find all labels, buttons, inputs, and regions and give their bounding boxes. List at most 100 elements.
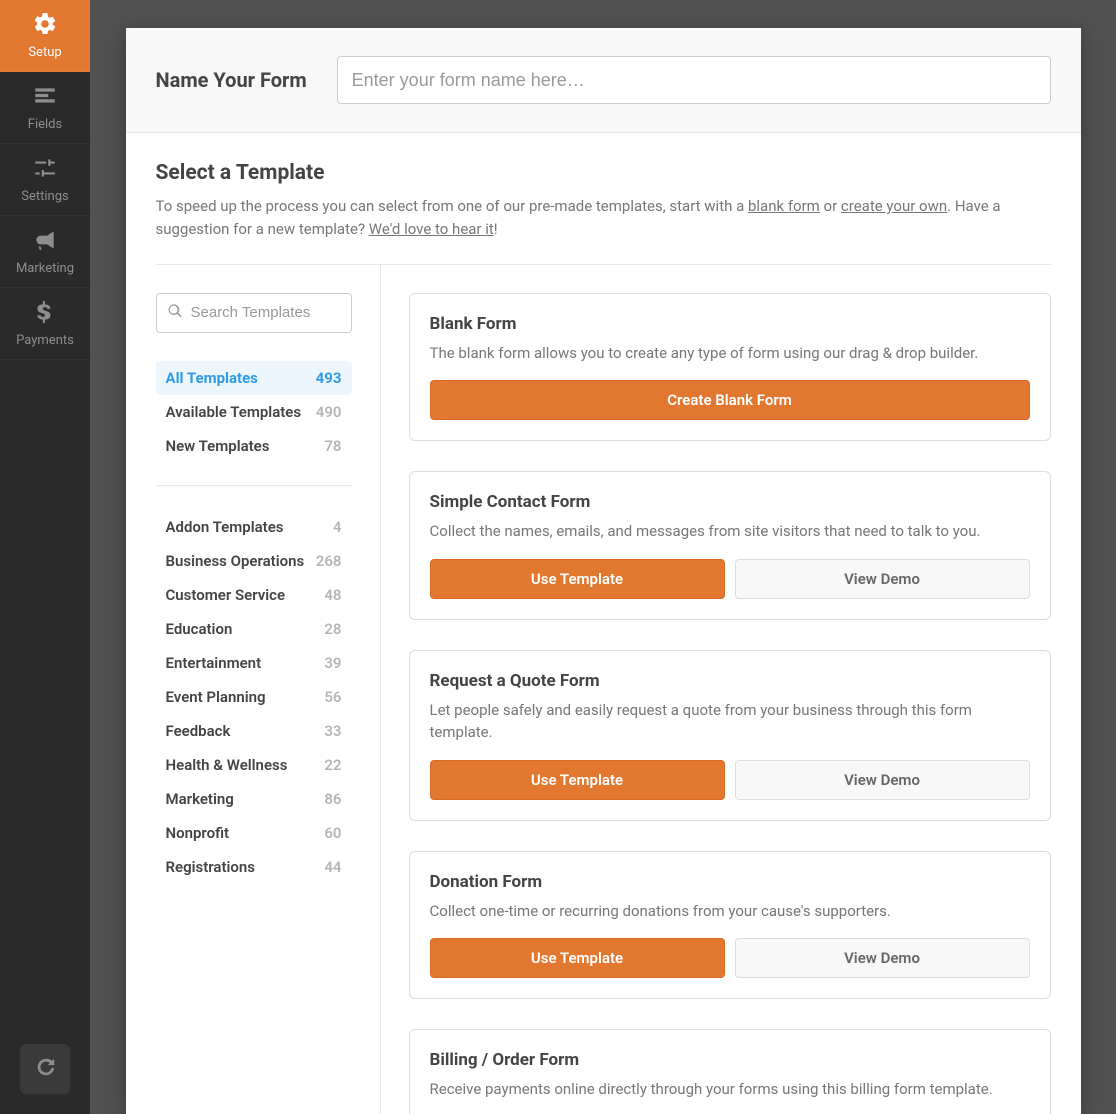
- sidebar-item-label: Fields: [28, 117, 62, 132]
- template-title: Blank Form: [430, 314, 1030, 334]
- filter-label: Available Templates: [166, 403, 302, 421]
- template-desc: Collect the names, emails, and messages …: [430, 520, 1030, 543]
- filter-row[interactable]: Addon Templates 4: [156, 510, 352, 544]
- template-card: Billing / Order Form Receive payments onl…: [409, 1029, 1051, 1114]
- template-actions: Use TemplateView Demo: [430, 938, 1030, 978]
- dollar-icon: [32, 299, 58, 329]
- sidebar-item-setup[interactable]: Setup: [0, 0, 90, 72]
- filter-label: All Templates: [166, 369, 258, 387]
- filter-row[interactable]: Nonprofit60: [156, 816, 352, 850]
- template-actions: Use TemplateView Demo: [430, 760, 1030, 800]
- panel-header: Name Your Form: [126, 28, 1081, 133]
- template-layout: All Templates 493 Available Templates 490 Ne…: [156, 265, 1051, 1114]
- filter-label: Health & Wellness: [166, 756, 288, 774]
- feedback-link[interactable]: We'd love to hear it: [369, 220, 494, 238]
- filter-row[interactable]: Entertainment 39: [156, 646, 352, 680]
- sliders-icon: [32, 155, 58, 185]
- filter-count: 39: [324, 654, 341, 672]
- gear-icon: [32, 11, 58, 41]
- filter-row[interactable]: Registrations44: [156, 850, 352, 884]
- filter-row[interactable]: Education28: [156, 612, 352, 646]
- form-name-input[interactable]: [337, 56, 1051, 104]
- filter-count: 56: [324, 688, 341, 706]
- desc-text: To speed up the process you can select f…: [156, 197, 748, 215]
- modal-overlay: Name Your Form Select a Template To spee…: [90, 0, 1116, 1114]
- filter-count: 33: [324, 722, 341, 740]
- filter-label: Marketing: [166, 790, 234, 808]
- filter-row[interactable]: New Templates78: [156, 429, 352, 463]
- select-template-title: Select a Template: [156, 161, 1051, 185]
- use-template-button[interactable]: Use Template: [430, 559, 725, 599]
- filter-count: 78: [324, 437, 341, 455]
- panel-title: Name Your Form: [156, 68, 307, 92]
- template-title: Billing / Order Form: [430, 1050, 1030, 1070]
- template-search-input[interactable]: [191, 304, 390, 321]
- filter-row[interactable]: Available Templates 490: [156, 395, 352, 429]
- use-template-button[interactable]: Use Template: [430, 938, 725, 978]
- template-title: Simple Contact Form: [430, 492, 1030, 512]
- filter-label: Feedback: [166, 722, 231, 740]
- template-desc: The blank form allows you to create any …: [430, 342, 1030, 365]
- select-template-desc: To speed up the process you can select f…: [156, 195, 1051, 242]
- sidebar-item-settings[interactable]: Settings: [0, 144, 90, 216]
- template-title: Donation Form: [430, 872, 1030, 892]
- filter-group-categories: Addon Templates 4 Business Operations 268 Cu…: [156, 510, 352, 884]
- filter-label: Customer Service: [166, 586, 286, 604]
- filter-label: Business Operations: [166, 552, 305, 570]
- sidebar-bottom: [0, 1024, 90, 1114]
- divider: [156, 485, 352, 486]
- history-back-button[interactable]: [20, 1044, 70, 1094]
- setup-panel: Name Your Form Select a Template To spee…: [126, 28, 1081, 1114]
- history-icon: [34, 1056, 56, 1082]
- create-blank-button[interactable]: Create Blank Form: [430, 380, 1030, 420]
- filter-label: Entertainment: [166, 654, 262, 672]
- filter-group-primary: All Templates 493 Available Templates 490 Ne…: [156, 361, 352, 463]
- filter-count: 48: [324, 586, 341, 604]
- filter-label: Nonprofit: [166, 824, 230, 842]
- sidebar-item-fields[interactable]: Fields: [0, 72, 90, 144]
- panel-body: Select a Template To speed up the proces…: [126, 133, 1081, 1114]
- filter-count: 44: [324, 858, 341, 876]
- view-demo-button[interactable]: View Demo: [735, 559, 1030, 599]
- filter-count: 22: [324, 756, 341, 774]
- filter-row[interactable]: Business Operations 268: [156, 544, 352, 578]
- filter-count: 86: [324, 790, 341, 808]
- bullhorn-icon: [32, 227, 58, 257]
- sidebar-item-label: Setup: [28, 45, 61, 60]
- filter-row[interactable]: Event Planning 56: [156, 680, 352, 714]
- view-demo-button[interactable]: View Demo: [735, 938, 1030, 978]
- desc-text: !: [494, 220, 498, 238]
- sidebar-item-label: Payments: [16, 333, 74, 348]
- filter-count: 490: [316, 403, 342, 421]
- filter-row[interactable]: Customer Service 48: [156, 578, 352, 612]
- template-title: Request a Quote Form: [430, 671, 1030, 691]
- template-card: Request a Quote FormLet people safely an…: [409, 650, 1051, 821]
- template-card: Simple Contact Form Collect the names, em…: [409, 471, 1051, 620]
- filter-row[interactable]: Marketing 86: [156, 782, 352, 816]
- form-icon: [32, 83, 58, 113]
- blank-form-link[interactable]: blank form: [748, 197, 820, 215]
- view-demo-button[interactable]: View Demo: [735, 760, 1030, 800]
- filter-count: 268: [316, 552, 342, 570]
- use-template-button[interactable]: Use Template: [430, 760, 725, 800]
- template-desc: Receive payments online directly through…: [430, 1078, 1030, 1101]
- filter-count: 493: [316, 369, 342, 387]
- filter-row[interactable]: Feedback 33: [156, 714, 352, 748]
- filter-row[interactable]: Health & Wellness 22: [156, 748, 352, 782]
- template-list: Blank Form The blank form allows you to c…: [381, 265, 1051, 1114]
- create-own-link[interactable]: create your own: [841, 197, 947, 215]
- filter-label: Event Planning: [166, 688, 266, 706]
- sidebar-item-label: Marketing: [16, 261, 74, 276]
- template-card: Donation FormCollect one-time or recurri…: [409, 851, 1051, 1000]
- sidebar-item-payments[interactable]: Payments: [0, 288, 90, 360]
- desc-text: or: [820, 197, 841, 215]
- filter-count: 4: [333, 518, 342, 536]
- filter-label: Addon Templates: [166, 518, 284, 536]
- filter-row[interactable]: All Templates 493: [156, 361, 352, 395]
- main-sidebar: Setup Fields Settings Marketing Payments: [0, 0, 90, 1114]
- sidebar-item-marketing[interactable]: Marketing: [0, 216, 90, 288]
- sidebar-spacer: [0, 360, 90, 1024]
- template-actions: Create Blank Form: [430, 380, 1030, 420]
- search-icon: [167, 303, 183, 323]
- filter-count: 28: [324, 620, 341, 638]
